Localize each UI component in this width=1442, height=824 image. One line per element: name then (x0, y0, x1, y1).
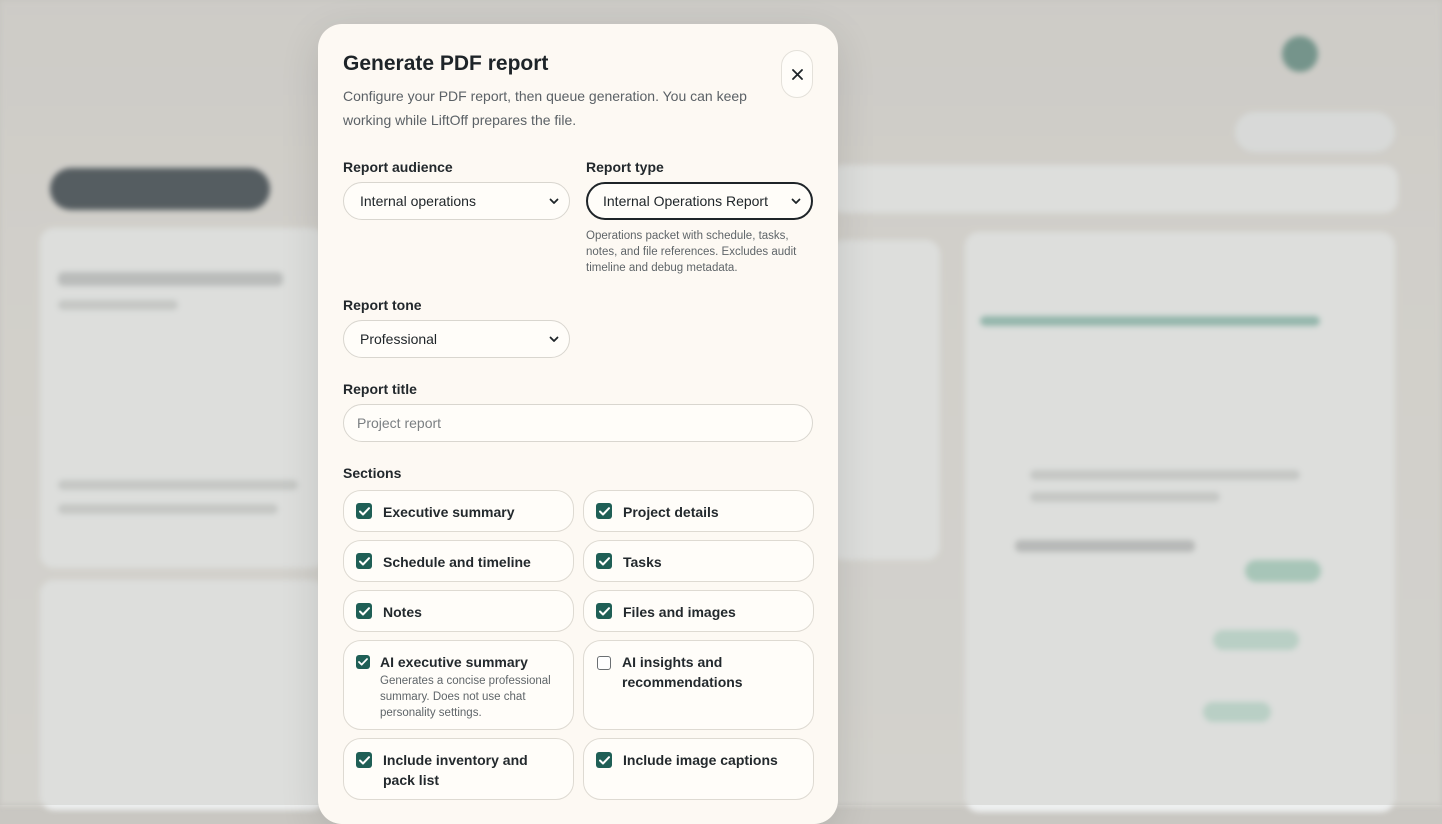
section-option-label: AI executive summary (380, 654, 528, 670)
section-option-label: Tasks (623, 554, 662, 570)
report-title-input[interactable]: Project report (343, 404, 813, 442)
checkbox-unchecked[interactable] (597, 656, 611, 670)
report-type-select[interactable]: Internal Operations Report (586, 182, 813, 220)
tone-label: Report tone (343, 297, 422, 313)
section-option-ai-insights[interactable]: AI insights and recommendations (583, 640, 814, 730)
checkbox-checked[interactable] (596, 553, 612, 569)
close-button[interactable] (781, 50, 813, 98)
chevron-down-icon (791, 198, 801, 204)
check-icon (358, 556, 370, 565)
audience-select[interactable]: Internal operations (343, 182, 570, 220)
section-option-label: Notes (383, 604, 422, 620)
check-icon (358, 606, 370, 615)
section-option-label: Schedule and timeline (383, 554, 531, 570)
section-option-executive-summary[interactable]: Executive summary (343, 490, 574, 532)
checkbox-checked[interactable] (356, 553, 372, 569)
section-option-label: Executive summary (383, 504, 515, 520)
report-title-label: Report title (343, 381, 417, 397)
checkbox-checked[interactable] (356, 752, 372, 768)
check-icon (598, 755, 610, 764)
section-option-files-images[interactable]: Files and images (583, 590, 814, 632)
report-type-field: Report type Internal Operations Report O… (586, 158, 813, 276)
check-icon (598, 556, 610, 565)
tone-field: Report tone Professional (343, 296, 570, 358)
section-option-label: Project details (623, 504, 719, 520)
checkbox-checked[interactable] (356, 603, 372, 619)
generate-report-dialog: Generate PDF report Configure your PDF r… (318, 24, 838, 824)
report-title-field: Report title Project report (343, 380, 813, 442)
report-title-placeholder: Project report (357, 415, 442, 431)
sections-label: Sections (343, 465, 402, 481)
check-icon (358, 506, 370, 515)
checkbox-checked[interactable] (596, 603, 612, 619)
tone-value: Professional (360, 331, 438, 347)
checkbox-checked[interactable] (356, 503, 372, 519)
checkbox-checked[interactable] (356, 655, 370, 669)
section-option-label: Files and images (623, 604, 736, 620)
check-icon (358, 658, 368, 666)
section-option-project-details[interactable]: Project details (583, 490, 814, 532)
sections-grid: Executive summary Project details Schedu… (343, 490, 814, 800)
section-option-image-captions[interactable]: Include image captions (583, 738, 814, 800)
check-icon (598, 606, 610, 615)
dialog-title: Generate PDF report (343, 52, 549, 75)
section-option-inventory[interactable]: Include inventory and pack list (343, 738, 574, 800)
section-option-label: Include inventory and pack list (383, 752, 528, 788)
dialog-subtitle: Configure your PDF report, then queue ge… (343, 88, 747, 128)
report-type-value: Internal Operations Report (603, 193, 768, 209)
check-icon (598, 506, 610, 515)
report-type-hint: Operations packet with schedule, tasks, … (586, 230, 797, 274)
section-option-tasks[interactable]: Tasks (583, 540, 814, 582)
report-type-label: Report type (586, 159, 664, 175)
section-option-ai-executive-summary[interactable]: AI executive summary Generates a concise… (343, 640, 574, 730)
checkbox-checked[interactable] (596, 503, 612, 519)
chevron-down-icon (549, 198, 559, 204)
section-option-label: Include image captions (623, 752, 778, 768)
close-icon (791, 68, 803, 80)
section-option-description: Generates a concise professional summary… (380, 675, 551, 719)
audience-field: Report audience Internal operations (343, 158, 570, 276)
chevron-down-icon (549, 336, 559, 342)
check-icon (358, 755, 370, 764)
checkbox-checked[interactable] (596, 752, 612, 768)
section-option-label: AI insights and recommendations (622, 654, 743, 690)
tone-select[interactable]: Professional (343, 320, 570, 358)
audience-label: Report audience (343, 159, 453, 175)
section-option-schedule[interactable]: Schedule and timeline (343, 540, 574, 582)
section-option-notes[interactable]: Notes (343, 590, 574, 632)
audience-value: Internal operations (360, 193, 476, 209)
sections-group: Sections Executive summary Project detai… (343, 464, 814, 800)
